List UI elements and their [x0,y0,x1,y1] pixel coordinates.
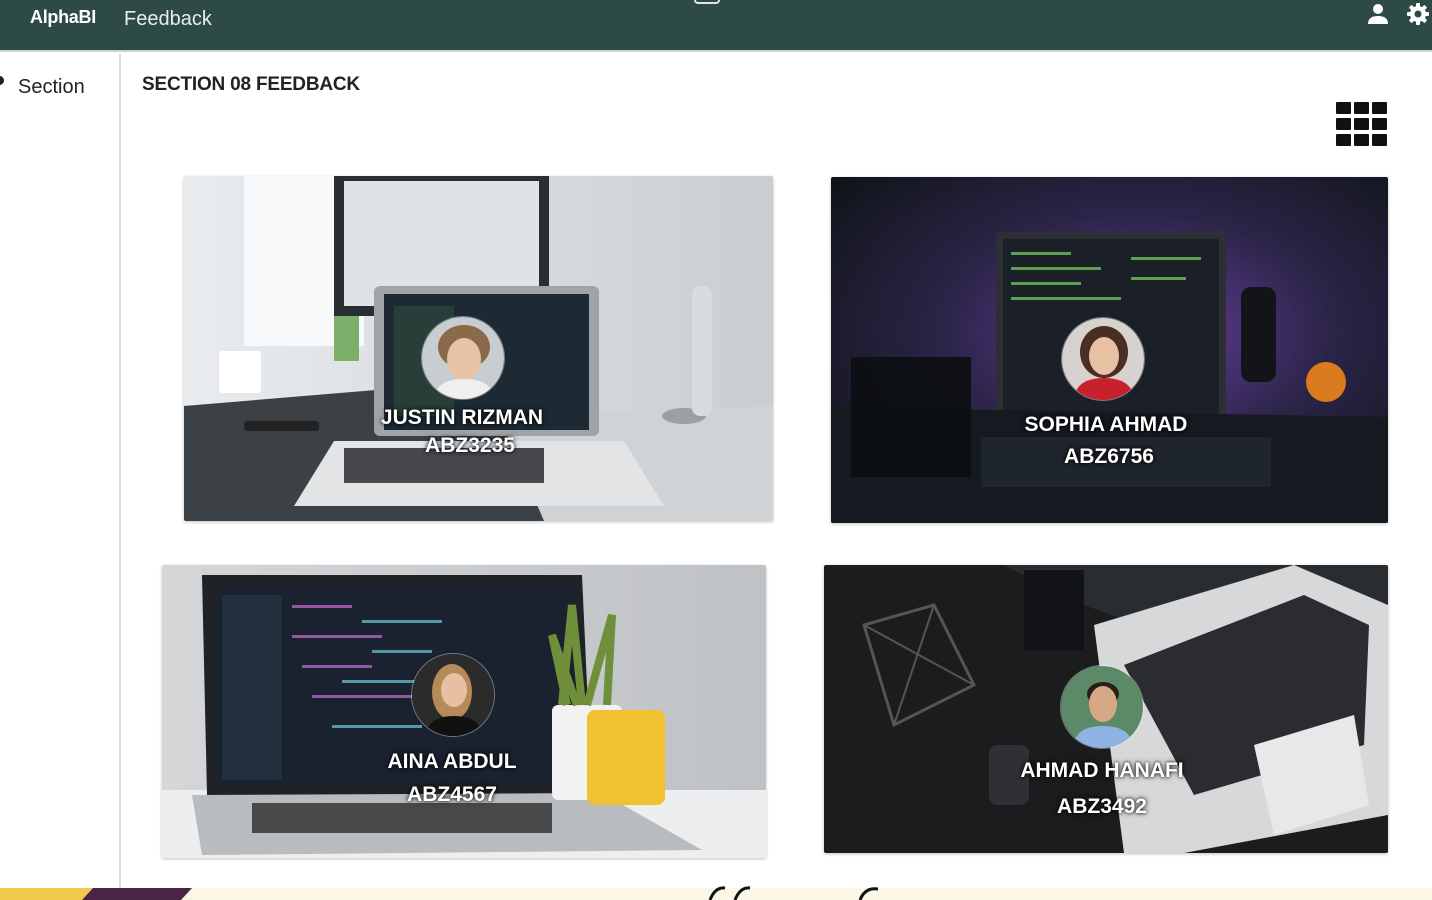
student-name: AINA ABDUL [387,750,517,773]
sidebar-bullet-icon [0,76,4,85]
student-id: ABZ4567 [407,783,497,806]
avatar [1060,665,1144,749]
sidebar: Section [0,54,121,900]
avatar [421,316,505,400]
student-card[interactable]: AHMAD HANAFI ABZ3492 [824,565,1388,853]
main-content: SECTION 08 FEEDBACK JUSTIN RIZMAN ABZ323… [123,54,1432,888]
user-icon[interactable] [1366,2,1390,26]
student-name: SOPHIA AHMAD [1024,413,1188,436]
top-bar: AlphaBI Feedback [0,0,1432,52]
student-id: ABZ3235 [425,434,515,457]
avatar [1061,317,1145,401]
app-brand[interactable]: AlphaBI [30,7,96,28]
page-name: Feedback [124,8,212,30]
student-card[interactable]: SOPHIA AHMAD ABZ6756 [831,177,1388,523]
page-title: SECTION 08 FEEDBACK [142,74,360,95]
student-card[interactable]: JUSTIN RIZMAN ABZ3235 [184,176,773,521]
footer-decoration-icon [708,886,879,900]
student-name: AHMAD HANAFI [1020,759,1184,782]
gear-icon[interactable] [1406,2,1430,26]
student-name: JUSTIN RIZMAN [380,406,544,429]
student-id: ABZ6756 [1064,445,1154,468]
student-id: ABZ3492 [1057,795,1147,818]
grid-icon[interactable] [1336,102,1388,147]
footer-accent-purple [82,888,192,900]
avatar [411,653,495,737]
sidebar-item-section[interactable]: Section [18,76,85,99]
top-center-mark [694,0,720,4]
student-card[interactable]: AINA ABDUL ABZ4567 [162,565,766,858]
